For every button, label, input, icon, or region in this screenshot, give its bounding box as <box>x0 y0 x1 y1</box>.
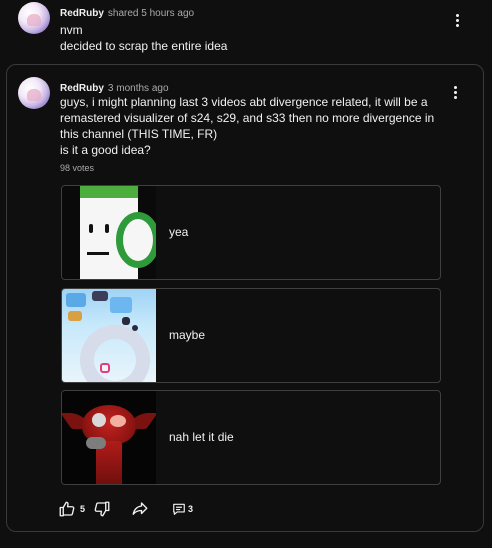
post-body-line: is it a good idea? <box>60 143 151 157</box>
poll-option-label: maybe <box>169 328 206 342</box>
shared-timestamp: shared 5 hours ago <box>107 8 195 19</box>
shared-author-avatar[interactable] <box>18 2 50 34</box>
shared-post-line: decided to scrap the entire idea <box>60 39 228 53</box>
poll-option-image <box>62 289 156 382</box>
poll-option-nah-let-it-die[interactable]: nah let it die <box>61 390 441 485</box>
comment-icon <box>172 502 186 516</box>
post-author-name[interactable]: RedRuby <box>60 83 104 94</box>
comments-button[interactable]: 3 <box>172 502 193 516</box>
comment-count: 3 <box>188 504 194 514</box>
post-timestamp[interactable]: 3 months ago <box>108 83 169 94</box>
poll-option-label: yea <box>169 225 189 239</box>
vote-count: 98 votes <box>60 163 95 173</box>
poll-option-label: nah let it die <box>169 430 234 444</box>
shared-post-body: nvm decided to scrap the entire idea <box>60 22 227 54</box>
like-count: 5 <box>80 504 86 514</box>
dislike-button[interactable] <box>93 500 111 518</box>
share-button[interactable] <box>131 500 149 518</box>
shared-post-line: nvm <box>60 23 83 37</box>
post-body-line: guys, i might planning last 3 videos abt… <box>60 95 428 109</box>
shared-author-name[interactable]: RedRuby <box>60 8 104 19</box>
poll-option-image <box>62 186 156 279</box>
poll-option-yea[interactable]: yea <box>61 185 441 280</box>
post-menu-icon[interactable] <box>447 84 463 100</box>
share-arrow-icon <box>131 500 149 518</box>
post-body-line: this channel (THIS TIME, FR) <box>60 127 218 141</box>
poll-option-maybe[interactable]: maybe <box>61 288 441 383</box>
post-author-avatar[interactable] <box>18 77 50 109</box>
thumbs-down-icon <box>93 500 111 518</box>
shared-post-header: RedRuby shared 5 hours ago <box>60 3 194 21</box>
post-body: guys, i might planning last 3 videos abt… <box>60 94 440 158</box>
shared-post-menu-icon[interactable] <box>449 12 465 28</box>
like-button[interactable]: 5 <box>58 500 85 518</box>
thumbs-up-icon <box>58 500 76 518</box>
post-body-line: remastered visualizer of s24, s29, and s… <box>60 111 435 125</box>
poll-option-image <box>62 391 156 484</box>
